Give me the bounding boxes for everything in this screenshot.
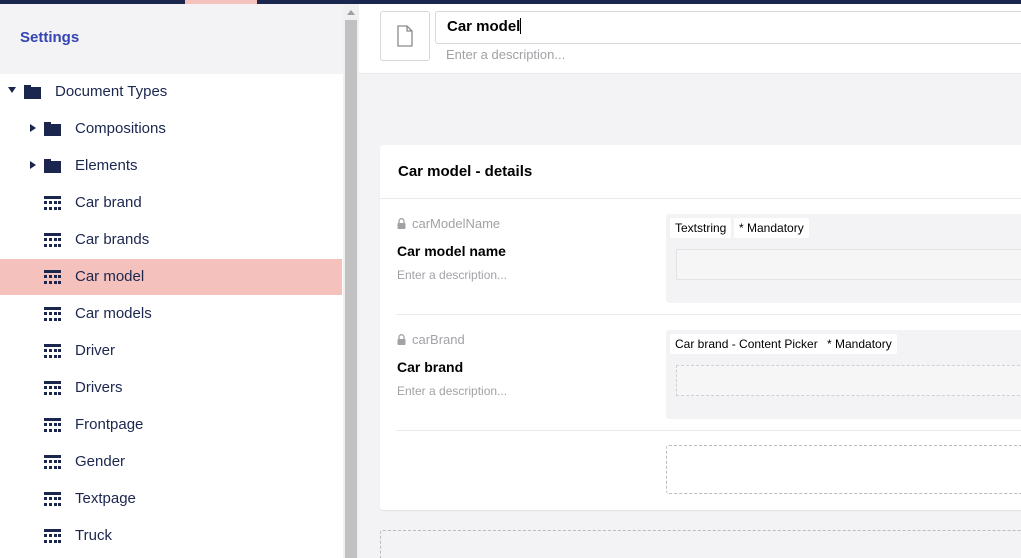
group-divider [380, 198, 1021, 199]
sidebar-item-label: Car models [75, 305, 152, 322]
doctype-grid-icon [44, 233, 61, 247]
add-group-button[interactable] [380, 530, 1021, 558]
doctype-grid-icon [44, 196, 61, 210]
sidebar-item-car-model[interactable]: Car model [0, 259, 342, 295]
property-name[interactable]: Car brand [397, 359, 463, 375]
sidebar-item-label: Car brand [75, 194, 142, 211]
sidebar: Settings Document Types Compositions Eleme… [0, 4, 343, 558]
property-name[interactable]: Car model name [397, 243, 506, 259]
folder-icon [44, 122, 61, 136]
sidebar-item-car-brand[interactable]: Car brand [0, 185, 342, 221]
property-divider [396, 314, 1021, 315]
scroll-up-arrow-icon[interactable] [347, 10, 355, 15]
sidebar-scrollbar[interactable] [343, 4, 359, 558]
property-description[interactable]: Enter a description... [397, 268, 507, 282]
mandatory-tag: * Mandatory [822, 334, 897, 354]
sidebar-item-drivers[interactable]: Drivers [0, 370, 342, 406]
doctype-grid-icon [44, 529, 61, 543]
editor-type-tag: Textstring [670, 218, 732, 238]
sidebar-title: Settings [20, 29, 80, 46]
doctype-description-input[interactable]: Enter a description... [446, 47, 565, 62]
property-alias[interactable]: carModelName [397, 216, 500, 231]
editor-header: Car model Enter a description... [359, 4, 1021, 74]
textstring-preview [676, 249, 1021, 280]
doctype-name-input[interactable]: Car model [435, 11, 1021, 44]
sidebar-item-label: Textpage [75, 490, 136, 507]
scrollbar-thumb[interactable] [345, 20, 357, 558]
folder-icon [24, 85, 41, 99]
icon-picker-button[interactable] [380, 11, 430, 61]
sidebar-item-truck[interactable]: Truck [0, 518, 342, 554]
group-title[interactable]: Car model - details [398, 163, 532, 180]
doctype-grid-icon [44, 307, 61, 321]
sidebar-item-label: Document Types [55, 83, 168, 100]
sidebar-item-label: Drivers [75, 379, 123, 396]
sidebar-item-car-brands[interactable]: Car brands [0, 222, 342, 258]
sidebar-item-label: Gender [75, 453, 126, 470]
lock-icon[interactable] [397, 334, 406, 345]
sidebar-item-textpage[interactable]: Textpage [0, 481, 342, 517]
sidebar-item-driver[interactable]: Driver [0, 333, 342, 369]
doctype-grid-icon [44, 455, 61, 469]
sidebar-item-label: Car brands [75, 231, 150, 248]
doctype-name-value: Car model [447, 18, 521, 35]
property-divider [396, 430, 1021, 431]
sidebar-item-elements[interactable]: Elements [0, 148, 342, 184]
property-editor-preview[interactable]: Textstring * Mandatory [666, 214, 1021, 303]
mandatory-tag: * Mandatory [734, 218, 809, 238]
chevron-down-icon[interactable] [8, 87, 16, 93]
property-alias-text: carBrand [412, 332, 465, 347]
property-description[interactable]: Enter a description... [397, 384, 507, 398]
doctype-grid-icon [44, 344, 61, 358]
editor-type-tag: Car brand - Content Picker [670, 334, 823, 354]
doctype-grid-icon [44, 381, 61, 395]
sidebar-item-gender[interactable]: Gender [0, 444, 342, 480]
lock-icon[interactable] [397, 218, 406, 229]
sidebar-item-label: Compositions [75, 120, 166, 137]
sidebar-item-car-models[interactable]: Car models [0, 296, 342, 332]
sidebar-item-label: Frontpage [75, 416, 144, 433]
chevron-right-icon[interactable] [30, 161, 36, 169]
add-property-button[interactable] [666, 445, 1021, 494]
property-alias[interactable]: carBrand [397, 332, 465, 347]
doctype-grid-icon [44, 418, 61, 432]
sidebar-item-document-types[interactable]: Document Types [0, 74, 342, 110]
sidebar-item-label: Elements [75, 157, 138, 174]
chevron-right-icon[interactable] [30, 124, 36, 132]
sidebar-item-label: Truck [75, 527, 112, 544]
sidebar-item-label: Car model [75, 268, 145, 285]
content-picker-preview [676, 365, 1021, 396]
property-editor-preview[interactable]: Car brand - Content Picker * Mandatory [666, 330, 1021, 419]
sidebar-header: Settings [0, 4, 343, 74]
sidebar-item-frontpage[interactable]: Frontpage [0, 407, 342, 443]
text-cursor [520, 18, 522, 34]
sidebar-item-label: Driver [75, 342, 115, 359]
property-alias-text: carModelName [412, 216, 501, 231]
folder-icon [44, 159, 61, 173]
doctype-grid-icon [44, 492, 61, 506]
property-group-card: Car model - details carModelName Car mod… [380, 145, 1021, 510]
doctype-grid-icon [44, 270, 61, 284]
sidebar-item-compositions[interactable]: Compositions [0, 111, 342, 147]
document-icon [397, 25, 413, 47]
